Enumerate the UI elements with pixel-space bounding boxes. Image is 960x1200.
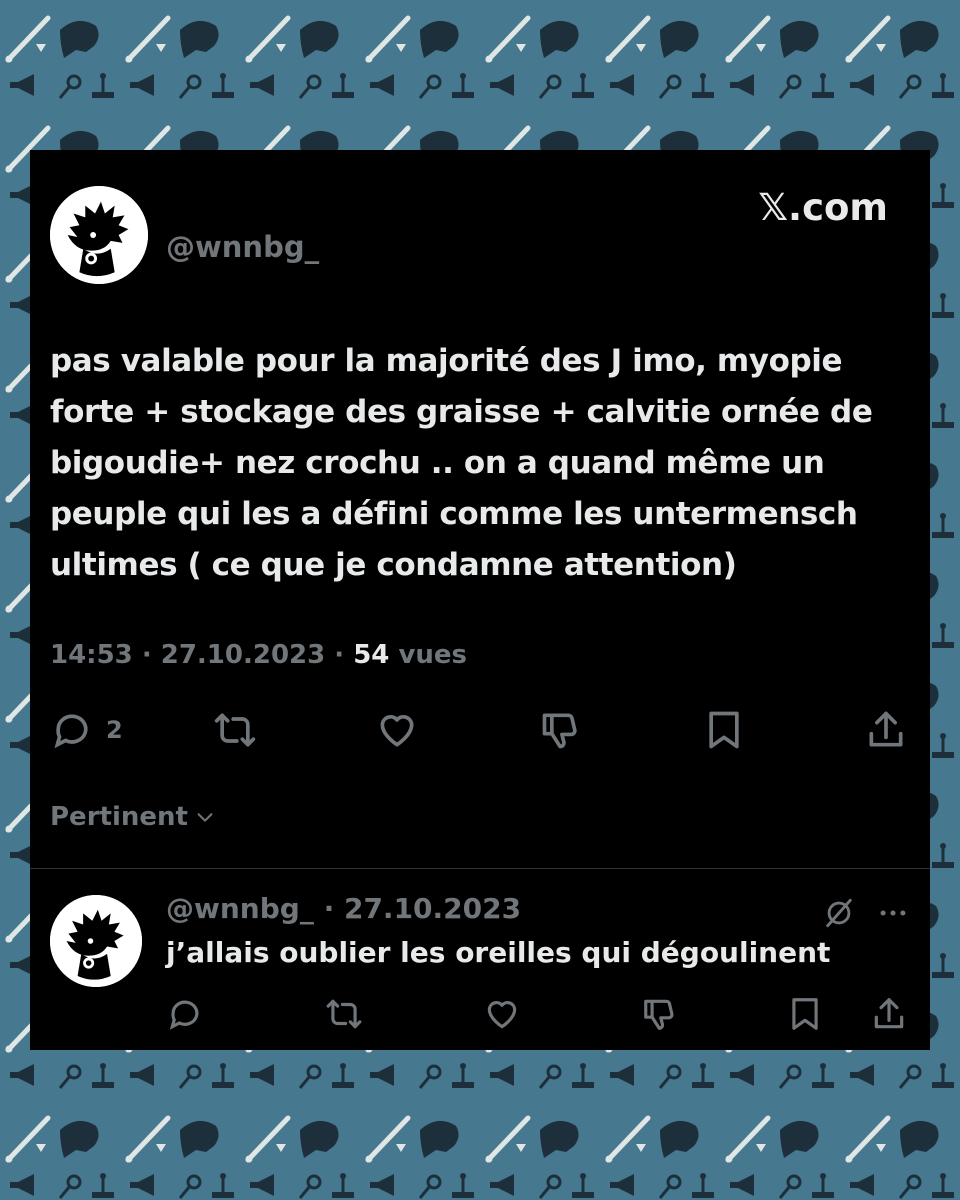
bookmark-icon [792, 998, 818, 1030]
tweet-text-line: forte + stockage des graisse + calvitie … [50, 394, 873, 430]
tweet-text-line: pas valable pour la majorité des J imo, … [50, 343, 843, 379]
views-label: vues [398, 640, 468, 670]
heart-icon [487, 1001, 517, 1029]
like-button[interactable] [482, 995, 522, 1033]
tweet-metadata: 14:53 · 27.10.2023 · 54 vues [50, 640, 467, 670]
dislike-button[interactable] [538, 708, 584, 752]
reply-text: j’allais oublier les oreilles qui dégoul… [166, 936, 831, 969]
reply-header: @wnnbg_ · 27.10.2023 [166, 892, 521, 925]
tweet-date[interactable]: 27.10.2023 [161, 640, 325, 670]
tweet-card: @wnnbg_ 𝕏.com pas valable pour la majori… [30, 150, 930, 1050]
heart-icon [380, 715, 414, 747]
sort-label: Pertinent [50, 802, 188, 832]
like-button[interactable] [374, 708, 420, 752]
share-button[interactable] [870, 995, 908, 1033]
more-icon[interactable] [876, 896, 910, 930]
avatar[interactable] [50, 186, 148, 284]
share-icon [869, 711, 903, 747]
reply-count: 2 [106, 716, 123, 744]
tweet-text-line: peuple qui les a défini comme les unterm… [50, 496, 858, 532]
thumbs-down-icon [644, 999, 674, 1030]
meta-separator: · [325, 640, 354, 670]
chevron-down-icon [197, 813, 213, 822]
reply-handle[interactable]: @wnnbg_ [166, 892, 314, 925]
reply-button[interactable]: 2 [50, 708, 123, 752]
reply-date[interactable]: 27.10.2023 [344, 892, 521, 925]
reply-avatar[interactable] [50, 895, 142, 987]
bookmark-button[interactable] [786, 995, 824, 1033]
repost-icon [326, 999, 362, 1029]
meta-separator: · [132, 640, 161, 670]
repost-icon [214, 713, 256, 747]
view-count: 54 [353, 640, 390, 670]
meta-separator: · [313, 892, 344, 925]
dislike-button[interactable] [640, 995, 680, 1033]
reply-button[interactable] [166, 995, 204, 1033]
tweet-text: pas valable pour la majorité des J imo, … [50, 336, 910, 591]
bookmark-icon [709, 711, 739, 749]
divider [30, 868, 930, 869]
tweet-text-line: ultimes ( ce que je condamne attention) [50, 547, 737, 583]
share-button[interactable] [864, 708, 908, 752]
comment-icon [54, 714, 88, 749]
avatar-illustration [50, 895, 142, 987]
author-handle[interactable]: @wnnbg_ [166, 230, 319, 264]
repost-button[interactable] [212, 708, 258, 752]
avatar-illustration [50, 186, 148, 284]
tweet-time[interactable]: 14:53 [50, 640, 133, 670]
grok-icon[interactable] [822, 896, 856, 930]
repost-button[interactable] [324, 995, 364, 1033]
thumbs-down-icon [542, 713, 577, 749]
tweet-text-line: bigoudie+ nez crochu .. on a quand même … [50, 445, 825, 481]
bookmark-button[interactable] [702, 708, 746, 752]
sort-dropdown[interactable]: Pertinent [50, 802, 216, 832]
comment-icon [169, 1000, 199, 1030]
x-brand-logo: 𝕏.com [758, 186, 888, 229]
share-icon [874, 998, 904, 1029]
